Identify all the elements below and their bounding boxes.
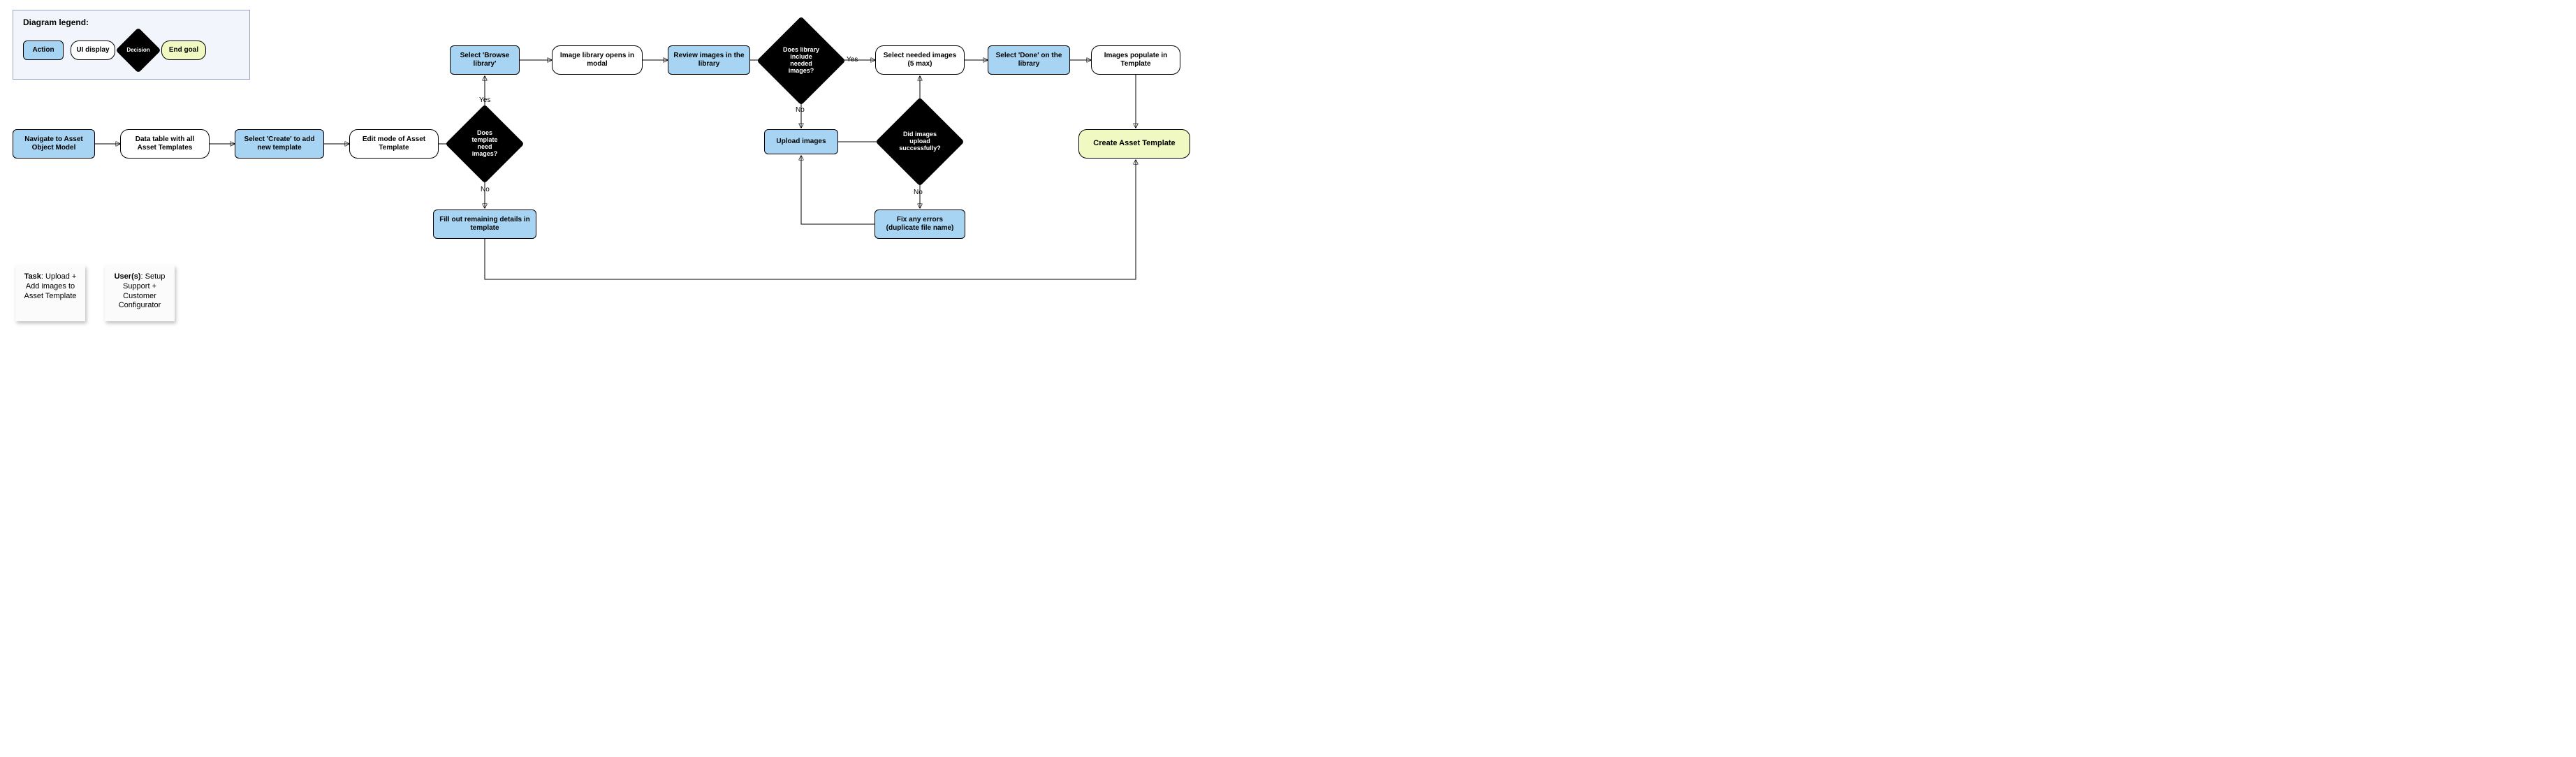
legend-goal: End goal <box>161 41 206 60</box>
node-navigate: Navigate to Asset Object Model <box>13 129 95 159</box>
node-populate: Images populate in Template <box>1091 45 1180 75</box>
decision-upload-ok: Did images upload successfully? <box>888 110 951 173</box>
label-no-1: No <box>481 186 490 193</box>
legend-box: Diagram legend: Action UI display Decisi… <box>13 10 250 80</box>
sticky-task: Task: Upload + Add images to Asset Templ… <box>15 265 85 321</box>
legend-action: Action <box>23 41 64 60</box>
node-editmode: Edit mode of Asset Template <box>349 129 439 159</box>
label-yes-1: Yes <box>479 96 490 104</box>
node-upload: Upload images <box>764 129 838 154</box>
node-datatable: Data table with all Asset Templates <box>120 129 210 159</box>
node-browse: Select 'Browse library' <box>450 45 520 75</box>
legend-decision: Decision <box>122 34 154 66</box>
decision-need-images: Does template need images? <box>457 116 513 172</box>
decision-lib-include: Does library include needed images? <box>770 29 833 92</box>
node-fill-out: Fill out remaining details in template <box>433 210 536 239</box>
diagram-canvas: Diagram legend: Action UI display Decisi… <box>0 0 1288 378</box>
node-fix-errors: Fix any errors (duplicate file name) <box>874 210 965 239</box>
label-yes-2: Yes <box>847 56 858 64</box>
label-no-2: No <box>796 106 805 114</box>
legend-title: Diagram legend: <box>23 17 240 27</box>
node-select-needed: Select needed images (5 max) <box>875 45 965 75</box>
node-create: Select 'Create' to add new template <box>235 129 324 159</box>
node-create-template: Create Asset Template <box>1078 129 1190 159</box>
node-library-modal: Image library opens in modal <box>552 45 643 75</box>
node-done: Select 'Done' on the library <box>988 45 1070 75</box>
sticky-users: User(s): Setup Support + Customer Config… <box>105 265 175 321</box>
legend-items: Action UI display Decision End goal <box>23 34 240 66</box>
node-review: Review images in the library <box>668 45 750 75</box>
sticky-task-label: Task <box>24 272 41 281</box>
sticky-users-label: User(s) <box>115 272 141 281</box>
legend-display: UI display <box>71 41 115 60</box>
label-no-3: No <box>914 189 923 196</box>
